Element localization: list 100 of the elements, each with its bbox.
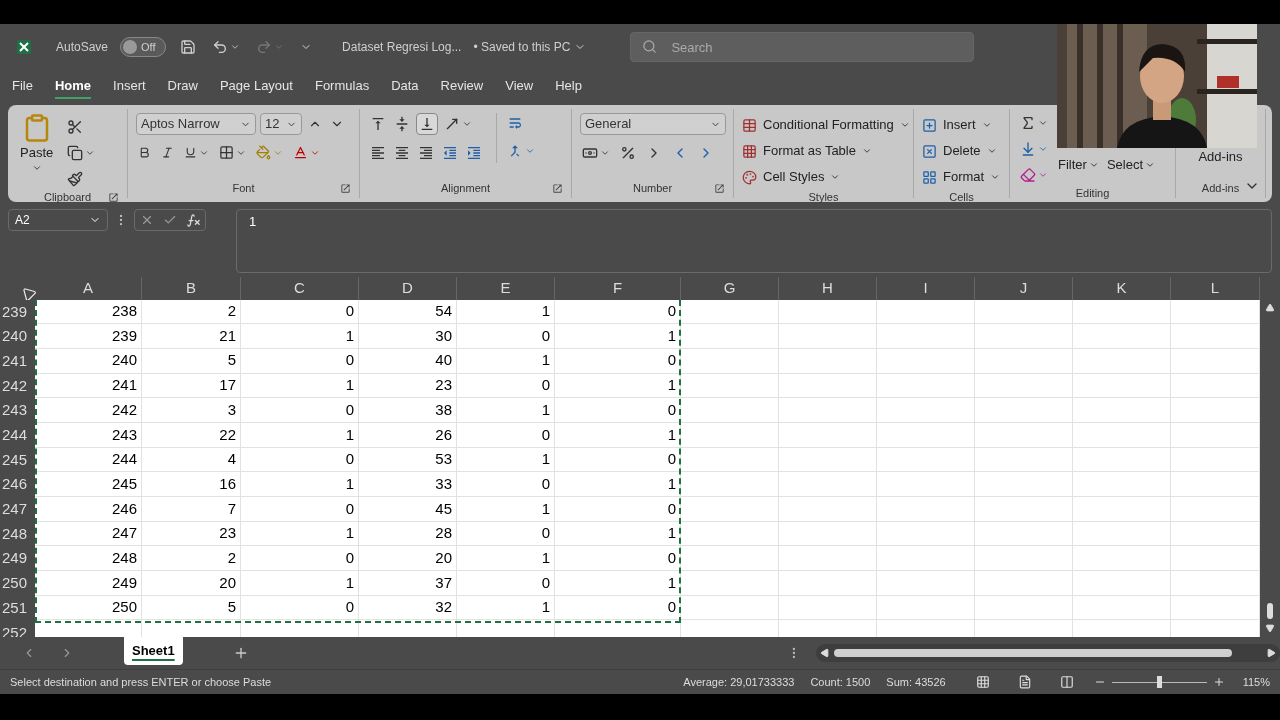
column-header[interactable]: H <box>779 277 877 300</box>
borders-icon <box>219 145 234 160</box>
font-color-icon <box>293 145 308 160</box>
formula-field[interactable]: 1 <box>236 209 1272 273</box>
table-cell: 20 <box>142 571 241 596</box>
ribbon-tab[interactable]: Insert <box>113 75 146 100</box>
bottom-align-button[interactable] <box>416 113 438 135</box>
group-label: Cells <box>949 190 974 205</box>
column-header[interactable]: F <box>555 277 681 300</box>
save-status-button[interactable]: • Saved to this PC <box>473 38 587 56</box>
column-header[interactable]: D <box>359 277 457 300</box>
ribbon-tab[interactable]: Review <box>440 75 484 100</box>
table-cell: 1 <box>555 324 681 349</box>
table-cell: 1 <box>241 373 359 399</box>
autosave-toggle[interactable]: Off <box>120 37 167 57</box>
row-header[interactable]: 242 <box>0 373 35 399</box>
ribbon-tab[interactable]: Page Layout <box>219 75 293 100</box>
caret-icon <box>986 146 997 156</box>
row-header[interactable]: 246 <box>0 472 35 497</box>
find-select-button[interactable]: Select <box>1106 155 1156 175</box>
column-header[interactable]: C <box>241 277 359 300</box>
caret-icon <box>861 146 872 156</box>
search-field[interactable]: Search <box>630 32 975 62</box>
font-size-dropdown[interactable]: 12 <box>260 113 302 135</box>
row-header[interactable]: 252 <box>0 620 35 637</box>
zoom-slider[interactable] <box>1111 676 1207 688</box>
cell-styles-button[interactable]: Cell Styles <box>742 165 910 189</box>
table-cell: 37 <box>359 571 457 596</box>
undo-icon <box>212 39 229 55</box>
delete-cells-icon <box>922 143 937 159</box>
table-cell: 2 <box>142 546 241 572</box>
sheet-tab[interactable]: Sheet1 <box>124 637 183 665</box>
conditional-formatting-button[interactable]: Conditional Formatting <box>742 113 910 137</box>
table-cell: 1 <box>241 324 359 349</box>
row-header[interactable]: 250 <box>0 571 35 596</box>
table-cell: 0 <box>555 595 681 621</box>
ribbon-tab[interactable]: Formulas <box>314 75 370 100</box>
horizontal-scrollbar[interactable] <box>816 644 1280 662</box>
table-cell: 0 <box>241 447 359 473</box>
scroll-arrow-icon[interactable] <box>1266 648 1276 658</box>
table-cell: 33 <box>359 472 457 497</box>
percent-icon <box>620 145 636 161</box>
row-header[interactable]: 245 <box>0 447 35 473</box>
bottom-align-icon <box>419 116 435 132</box>
caret-icon <box>274 42 285 52</box>
name-box[interactable]: A2 <box>8 209 108 231</box>
zoom-thumb[interactable] <box>1157 676 1163 688</box>
column-header[interactable]: J <box>975 277 1073 300</box>
column-header[interactable]: G <box>681 277 779 300</box>
scroll-thumb[interactable] <box>834 649 1233 657</box>
group-label: Clipboard <box>43 190 92 205</box>
add-ins-button[interactable]: Add-ins <box>1198 147 1243 167</box>
column-header[interactable]: I <box>877 277 975 300</box>
normal-view-icon <box>975 675 990 689</box>
table-cell: 0 <box>457 472 555 497</box>
format-cells-button[interactable]: Format <box>922 165 1001 189</box>
table-cell: 26 <box>359 422 457 448</box>
table-cell: 1 <box>555 373 681 399</box>
format-as-table-button[interactable]: Format as Table <box>742 139 910 163</box>
row-header[interactable]: 247 <box>0 497 35 522</box>
table-cell: 0 <box>555 546 681 572</box>
ribbon-tab[interactable]: Help <box>555 75 582 100</box>
ribbon-tab[interactable]: File <box>12 75 33 100</box>
table-cell: 0 <box>241 348 359 374</box>
row-header[interactable]: 244 <box>0 422 35 448</box>
table-cell: 32 <box>359 595 457 621</box>
insert-cells-button[interactable]: Insert <box>922 113 1001 137</box>
row-header[interactable]: 243 <box>0 398 35 423</box>
sort-filter-button[interactable]: Filter <box>1058 155 1099 175</box>
delete-cells-button[interactable]: Delete <box>922 139 1001 163</box>
table-cell: 0 <box>457 571 555 596</box>
status-average: Average: 29,01733333 <box>683 674 795 690</box>
row-header[interactable]: 251 <box>0 595 35 621</box>
group-label: Editing <box>1075 186 1110 201</box>
bold-icon <box>138 146 151 159</box>
scroll-thumb[interactable] <box>1267 603 1273 619</box>
ribbon-tab[interactable]: View <box>505 75 534 100</box>
scroll-arrow-icon[interactable] <box>1265 303 1275 313</box>
row-header[interactable]: 239 <box>0 299 35 325</box>
font-name-dropdown[interactable]: Aptos Narrow <box>136 113 256 135</box>
italic-icon <box>161 146 174 159</box>
dialog-launcher-icon <box>714 182 725 194</box>
column-header[interactable]: K <box>1073 277 1171 300</box>
column-header[interactable]: E <box>457 277 555 300</box>
row-header[interactable]: 241 <box>0 348 35 374</box>
row-header[interactable]: 248 <box>0 521 35 547</box>
table-cell: 30 <box>359 324 457 349</box>
ribbon-tab[interactable]: Data <box>391 75 419 100</box>
paste-button[interactable]: Paste <box>16 113 58 189</box>
table-cell: 1 <box>457 546 555 572</box>
number-format-dropdown[interactable]: General <box>580 113 726 135</box>
row-header[interactable]: 240 <box>0 324 35 349</box>
row-header[interactable]: 249 <box>0 546 35 572</box>
scroll-arrow-icon[interactable] <box>1265 623 1275 633</box>
scroll-arrow-icon[interactable] <box>820 648 831 658</box>
page-layout-view-icon <box>1017 675 1032 689</box>
column-header[interactable]: A <box>35 277 142 300</box>
ribbon-tab[interactable]: Draw <box>167 75 198 100</box>
column-header[interactable]: B <box>142 277 241 300</box>
ribbon-tab[interactable]: Home <box>54 75 92 100</box>
